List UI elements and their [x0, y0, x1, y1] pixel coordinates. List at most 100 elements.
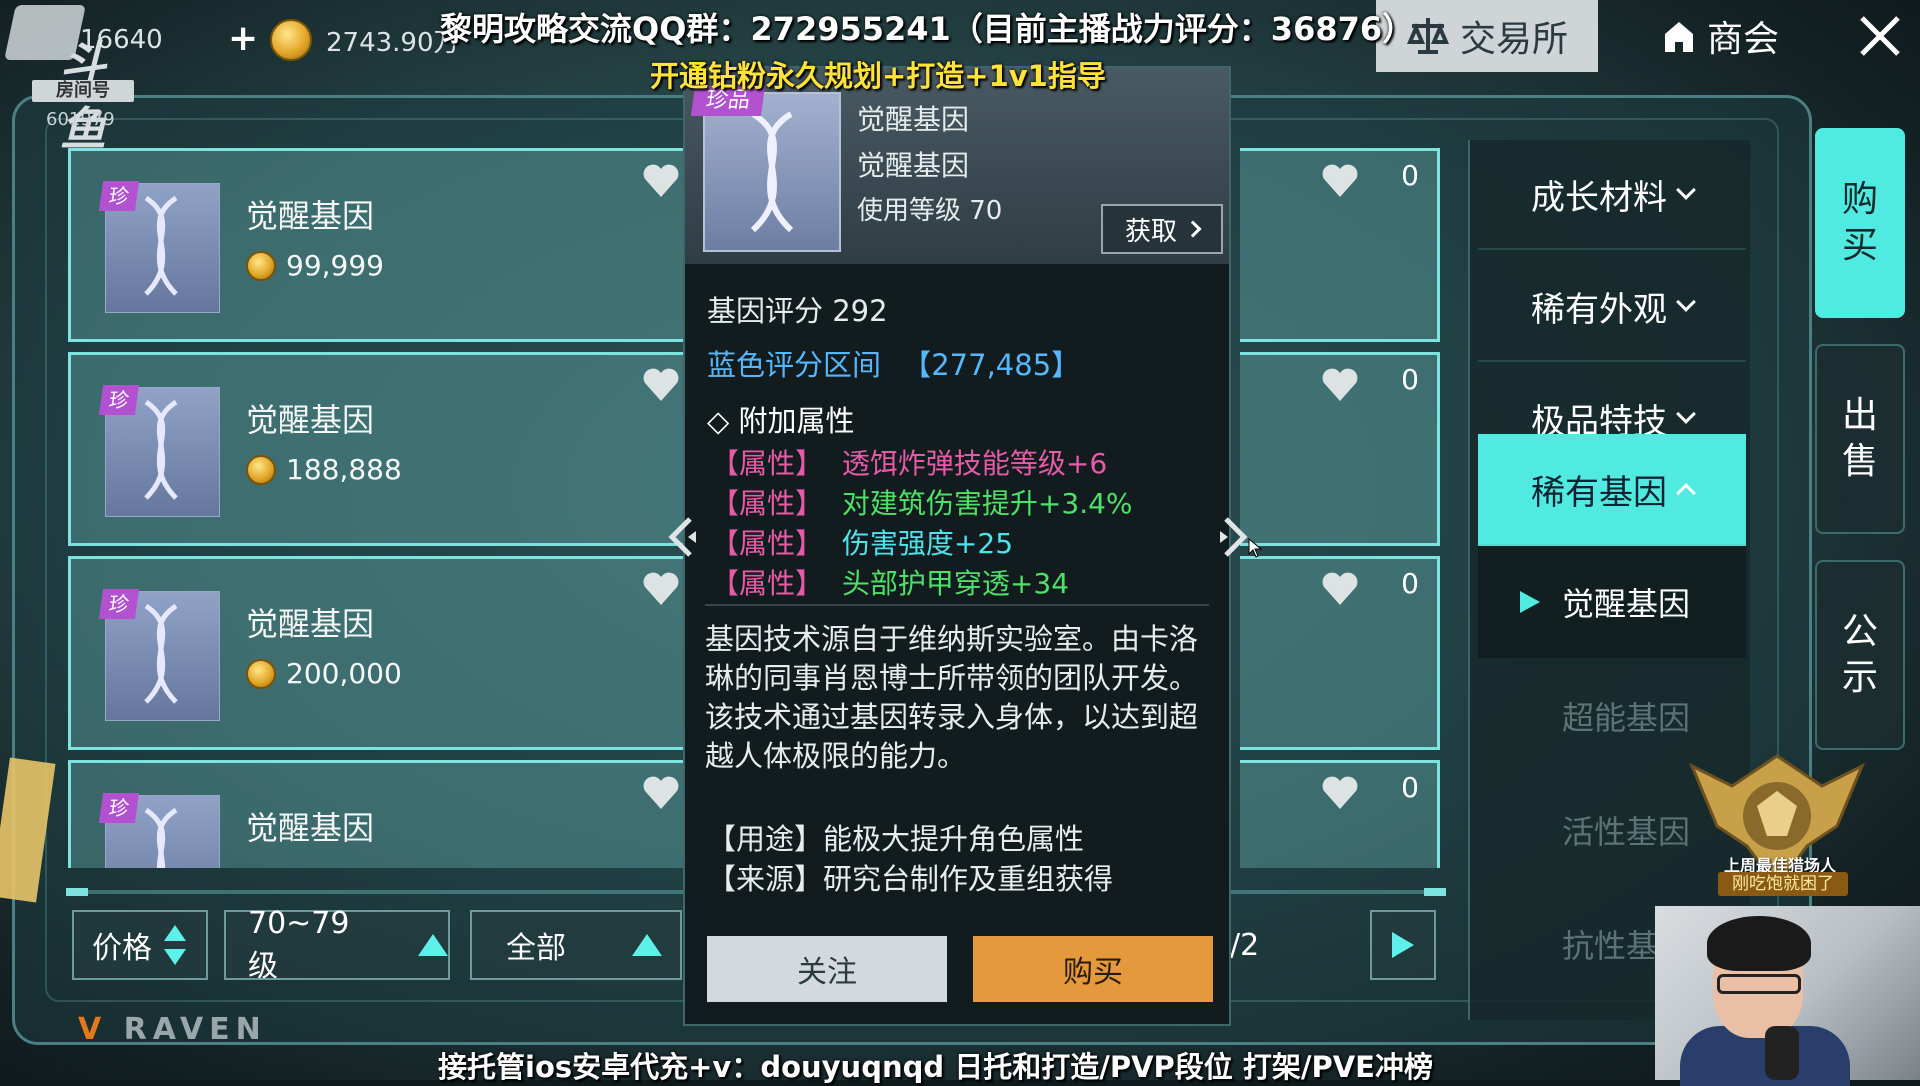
gene-score: 基因评分 292: [707, 294, 888, 328]
attribute-key: 【属性】: [711, 527, 824, 560]
chevron-down-icon: [1676, 292, 1696, 312]
play-right-icon: [1520, 591, 1540, 613]
next-item-arrow-icon[interactable]: [1212, 515, 1252, 559]
listing-card-right[interactable]: 0: [1240, 352, 1440, 546]
attribute-key: 【属性】: [711, 567, 824, 600]
rarity-tag: 珍: [98, 181, 140, 211]
listing-card[interactable]: 珍 觉醒基因: [68, 760, 688, 868]
scroll-thumb[interactable]: [66, 888, 88, 896]
page-text: /2: [1230, 927, 1260, 963]
item-price-value: 99,999: [286, 249, 384, 282]
add-resource-button[interactable]: +: [228, 18, 258, 59]
attribute-key: 【属性】: [711, 447, 824, 480]
item-price: 188,888: [246, 453, 402, 486]
heart-icon[interactable]: [641, 161, 681, 201]
buy-button[interactable]: 购买: [973, 936, 1213, 1002]
chevron-down-icon: [1676, 404, 1696, 424]
rarity-tag: 珍: [98, 589, 140, 619]
use-level: 使用等级 70: [857, 196, 1003, 226]
level-filter-dropdown[interactable]: 70~79级: [224, 906, 450, 984]
item-usage: 【用途】能极大提升角色属性: [707, 822, 1085, 856]
category-rare-appearance[interactable]: 稀有外观: [1478, 252, 1746, 362]
category-rare-genes[interactable]: 稀有基因: [1478, 434, 1746, 546]
guild-button[interactable]: 商会: [1640, 0, 1800, 72]
attribute-row: 【属性】 对建筑伤害提升+3.4%: [711, 482, 1133, 522]
listing-card-right[interactable]: 0: [1240, 760, 1440, 868]
listing-card[interactable]: 珍 觉醒基因 99,999: [68, 148, 688, 342]
heart-icon[interactable]: [641, 773, 681, 813]
quality-filter-label: 全部: [506, 931, 566, 966]
like-count: 0: [1401, 159, 1419, 192]
attribute-row: 【属性】 透饵炸弹技能等级+6: [711, 442, 1107, 482]
raven-text: RAVEN: [123, 1012, 267, 1047]
follow-label: 关注: [797, 955, 857, 990]
item-name: 觉醒基因: [246, 401, 375, 439]
subcategory-awakening-gene[interactable]: 觉醒基因: [1478, 546, 1746, 658]
item-source: 【来源】研究台制作及重组获得: [707, 862, 1114, 896]
gold-coin-icon: [246, 454, 276, 485]
level-filter-label: 70~79级: [248, 905, 350, 984]
listing-card[interactable]: 珍 觉醒基因 200,000: [68, 556, 688, 750]
attribute-value: 伤害强度+25: [841, 527, 1014, 560]
prev-item-arrow-icon[interactable]: [664, 515, 704, 559]
heart-icon[interactable]: [1320, 365, 1360, 405]
category-label: 稀有外观: [1531, 289, 1667, 330]
streamer-webcam: [1655, 906, 1920, 1086]
blue-score-range: 蓝色评分区间 【277,485】: [707, 342, 1080, 384]
rarity-tag: 珍: [98, 793, 140, 823]
badge-subtitle: 刚吃饱就困了: [1718, 872, 1848, 896]
heart-icon[interactable]: [641, 569, 681, 609]
room-number: 601979: [46, 109, 115, 130]
guild-label: 商会: [1706, 19, 1779, 60]
category-growth-materials[interactable]: 成长材料: [1478, 140, 1746, 250]
item-detail-popup: 珍品 觉醒基因 觉醒基因 使用等级 70 获取 基因评分 292 蓝色评分区间 …: [683, 66, 1231, 1026]
listing-card[interactable]: 珍 觉醒基因 188,888: [68, 352, 688, 546]
resource-1: 16640: [80, 18, 163, 62]
gold-coin-icon: [246, 250, 276, 281]
divider: [705, 604, 1209, 606]
category-label: 成长材料: [1531, 177, 1667, 218]
chevron-down-icon: [1676, 180, 1696, 200]
sort-price-button[interactable]: 价格: [72, 910, 208, 980]
heart-icon[interactable]: [1320, 569, 1360, 609]
get-source-button[interactable]: 获取: [1101, 204, 1223, 254]
heart-icon[interactable]: [641, 365, 681, 405]
item-price: 99,999: [246, 249, 384, 282]
close-icon: [1860, 16, 1900, 56]
gold-coin-icon: [270, 19, 312, 61]
quality-filter-dropdown[interactable]: 全部: [470, 910, 682, 980]
item-price-value: 188,888: [286, 453, 402, 486]
subcategory-label: 超能基因: [1562, 699, 1691, 737]
tab-buy[interactable]: 购买: [1815, 128, 1905, 318]
room-label: 房间号: [32, 80, 134, 102]
attribute-value: 头部护甲穿透+34: [841, 567, 1070, 600]
listing-card-right[interactable]: 0: [1240, 556, 1440, 750]
gold-coin-icon: [246, 658, 276, 689]
close-button[interactable]: [1845, 0, 1915, 72]
like-count: 0: [1401, 363, 1419, 396]
item-name: 觉醒基因: [246, 809, 375, 847]
sort-arrows-icon: [164, 925, 186, 965]
webcam-glasses: [1717, 974, 1801, 994]
heart-icon[interactable]: [1320, 161, 1360, 201]
tab-sell[interactable]: 出售: [1815, 344, 1905, 534]
attribute-key: 【属性】: [711, 487, 824, 520]
chevron-right-icon: [1184, 220, 1202, 238]
category-label: 稀有基因: [1531, 472, 1667, 513]
heart-icon[interactable]: [1320, 773, 1360, 813]
scroll-end: [1424, 888, 1446, 896]
mouse-cursor-icon: [1248, 538, 1262, 558]
next-page-button[interactable]: [1370, 910, 1436, 980]
listing-card-right[interactable]: 0: [1240, 148, 1440, 342]
triangle-up-icon: [418, 934, 448, 956]
like-count: 0: [1401, 771, 1419, 804]
item-price-value: 200,000: [286, 657, 402, 690]
buy-label: 购买: [1063, 955, 1123, 990]
sort-label: 价格: [92, 931, 152, 966]
follow-button[interactable]: 关注: [707, 936, 947, 1002]
popup-title: 觉醒基因: [857, 103, 970, 136]
popup-header: 珍品 觉醒基因 觉醒基因 使用等级 70 获取: [685, 68, 1229, 264]
extra-attributes-heading: ◇ 附加属性: [707, 404, 855, 438]
attribute-row: 【属性】 头部护甲穿透+34: [711, 562, 1069, 602]
tab-notice[interactable]: 公示: [1815, 560, 1905, 750]
